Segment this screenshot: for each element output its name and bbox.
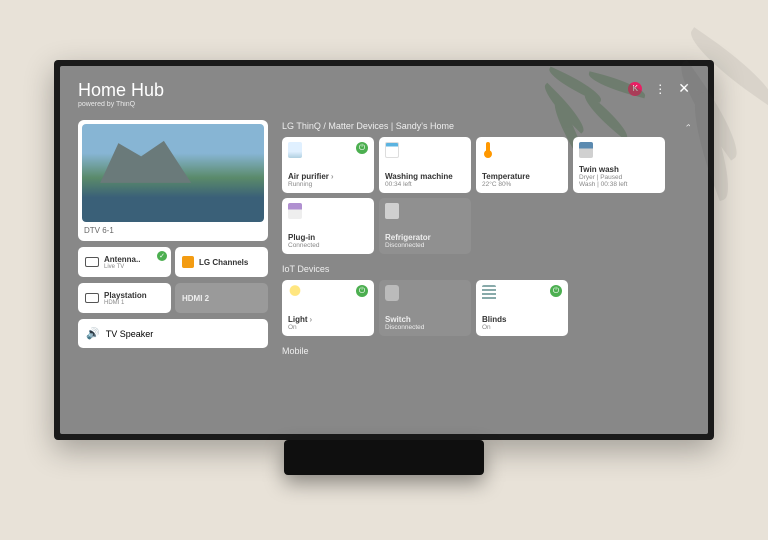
close-icon[interactable]: ✕ <box>678 80 690 97</box>
preview-label: DTV 6-1 <box>82 222 264 237</box>
source-antenna[interactable]: Antenna.. Live TV ✓ <box>78 247 171 277</box>
section-title-thinq: LG ThinQ / Matter Devices | Sandy's Home <box>282 121 454 131</box>
air-purifier-icon <box>288 142 302 158</box>
source-lg-channels[interactable]: LG Channels <box>175 247 268 277</box>
device-refrigerator[interactable]: Refrigerator Disconnected <box>379 198 471 254</box>
device-twin-wash[interactable]: Twin wash Dryer | Paused Wash | 00:38 le… <box>573 137 665 193</box>
preview-card[interactable]: DTV 6-1 <box>78 120 268 241</box>
device-temperature[interactable]: Temperature 22°C 80% <box>476 137 568 193</box>
home-hub-screen: Home Hub powered by ThinQ K ⋮ ✕ DTV 6-1 <box>60 66 708 434</box>
section-title-iot: IoT Devices <box>282 264 690 274</box>
speaker-card[interactable]: 🔊 TV Speaker <box>78 319 268 348</box>
switch-icon <box>385 285 399 301</box>
speaker-icon: 🔊 <box>86 327 100 340</box>
tv-frame: Home Hub powered by ThinQ K ⋮ ✕ DTV 6-1 <box>54 60 714 440</box>
section-title-mobile: Mobile <box>282 346 690 356</box>
device-washing-machine[interactable]: Washing machine 00:34 left <box>379 137 471 193</box>
tv-icon <box>85 257 99 267</box>
fridge-icon <box>385 203 399 219</box>
chevron-right-icon: › <box>310 315 313 324</box>
washing-machine-icon <box>385 142 399 158</box>
twin-wash-icon <box>579 142 593 158</box>
tv-stand <box>284 440 484 475</box>
sidebar: DTV 6-1 Antenna.. Live TV ✓ LG Channels <box>78 120 268 420</box>
page-title: Home Hub <box>78 80 164 101</box>
device-light[interactable]: ⏻ Light› On <box>282 280 374 336</box>
light-icon <box>288 285 302 301</box>
device-air-purifier[interactable]: ⏻ Air purifier› Running <box>282 137 374 193</box>
hdmi-icon <box>85 293 99 303</box>
device-switch[interactable]: Switch Disconnected <box>379 280 471 336</box>
device-blinds[interactable]: ⏻ Blinds On <box>476 280 568 336</box>
lg-icon <box>182 256 194 268</box>
power-icon[interactable]: ⏻ <box>356 142 368 154</box>
page-subtitle: powered by ThinQ <box>78 101 164 108</box>
blinds-icon <box>482 285 496 301</box>
chevron-right-icon: › <box>331 172 334 181</box>
preview-image <box>82 124 264 222</box>
source-playstation[interactable]: Playstation HDMI 1 <box>78 283 171 313</box>
power-icon[interactable]: ⏻ <box>550 285 562 297</box>
source-hdmi2[interactable]: HDMI 2 <box>175 283 268 313</box>
power-icon[interactable]: ⏻ <box>356 285 368 297</box>
check-icon: ✓ <box>157 251 167 261</box>
thermometer-icon <box>486 142 490 156</box>
plug-icon <box>288 203 302 219</box>
chevron-up-icon[interactable]: › <box>683 124 690 127</box>
device-plugin[interactable]: Plug-in Connected <box>282 198 374 254</box>
main-panel: LG ThinQ / Matter Devices | Sandy's Home… <box>282 120 690 420</box>
